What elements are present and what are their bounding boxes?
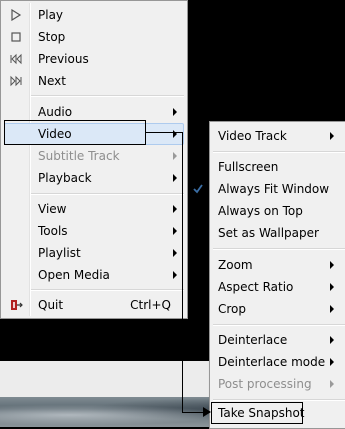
menu-separator bbox=[213, 151, 345, 153]
arrow-head-icon bbox=[203, 407, 211, 417]
menu-item-set-as-wallpaper[interactable]: Set as Wallpaper bbox=[210, 222, 345, 244]
menu-item-quit[interactable]: Quit Ctrl+Q bbox=[1, 294, 187, 316]
menu-separator bbox=[31, 289, 184, 291]
menu-item-label: Stop bbox=[38, 30, 66, 44]
submenu-arrow-icon bbox=[173, 205, 177, 213]
play-icon bbox=[11, 9, 22, 21]
menu-item-always-on-top[interactable]: Always on Top bbox=[210, 200, 345, 222]
stop-icon bbox=[11, 32, 21, 42]
menu-item-zoom[interactable]: Zoom bbox=[210, 254, 345, 276]
menu-item-fullscreen[interactable]: Fullscreen bbox=[210, 156, 345, 178]
menu-item-label: Playback bbox=[38, 171, 92, 185]
submenu-arrow-icon bbox=[173, 227, 177, 235]
menu-item-label: Quit bbox=[38, 298, 64, 312]
menu-item-label: Aspect Ratio bbox=[218, 280, 294, 294]
next-icon bbox=[10, 75, 22, 87]
previous-icon bbox=[10, 53, 22, 65]
menu-item-label: Always Fit Window bbox=[218, 182, 330, 196]
menu-item-deinterlace-mode[interactable]: Deinterlace mode bbox=[210, 351, 345, 373]
menu-item-post-processing[interactable]: Post processing bbox=[210, 373, 345, 395]
callout-connector-line bbox=[146, 132, 182, 133]
menu-item-open-media[interactable]: Open Media bbox=[1, 264, 187, 286]
menu-item-label: Tools bbox=[38, 224, 68, 238]
submenu-arrow-icon bbox=[330, 336, 334, 344]
menu-separator bbox=[213, 248, 345, 250]
menu-item-label: Set as Wallpaper bbox=[218, 226, 319, 240]
submenu-arrow-icon bbox=[173, 108, 177, 116]
menu-item-label: Always on Top bbox=[218, 204, 303, 218]
menu-item-label: Zoom bbox=[218, 258, 253, 272]
menu-item-tools[interactable]: Tools bbox=[1, 220, 187, 242]
menu-item-stop[interactable]: Stop bbox=[1, 26, 187, 48]
submenu-arrow-icon bbox=[330, 358, 334, 366]
menu-item-subtitle-track[interactable]: Subtitle Track bbox=[1, 145, 187, 167]
submenu-arrow-icon bbox=[330, 305, 334, 313]
menu-item-deinterlace[interactable]: Deinterlace bbox=[210, 329, 345, 351]
menu-item-video-track[interactable]: Video Track bbox=[210, 125, 345, 147]
submenu-arrow-icon bbox=[173, 152, 177, 160]
menu-item-playback[interactable]: Playback bbox=[1, 167, 187, 189]
menu-item-playlist[interactable]: Playlist bbox=[1, 242, 187, 264]
submenu-arrow-icon bbox=[330, 283, 334, 291]
menu-item-label: Next bbox=[38, 74, 66, 88]
video-callout-box bbox=[4, 120, 146, 145]
menu-item-always-fit-window[interactable]: Always Fit Window bbox=[193, 178, 345, 200]
shortcut-label: Ctrl+Q bbox=[130, 298, 171, 312]
menu-item-label: Open Media bbox=[38, 268, 110, 282]
menu-item-label: Deinterlace bbox=[218, 333, 288, 347]
video-submenu: Video Track Fullscreen Always Fit Window… bbox=[193, 121, 345, 429]
menu-item-crop[interactable]: Crop bbox=[210, 298, 345, 320]
context-menu: Play Stop Previous Next Audio Video Subt… bbox=[0, 0, 188, 319]
menu-item-label: Post processing bbox=[218, 377, 312, 391]
submenu-arrow-icon bbox=[330, 261, 334, 269]
menu-item-label: Fullscreen bbox=[218, 160, 279, 174]
menu-item-label: Crop bbox=[218, 302, 247, 316]
menu-item-next[interactable]: Next bbox=[1, 70, 187, 92]
menu-item-previous[interactable]: Previous bbox=[1, 48, 187, 70]
menu-separator bbox=[31, 193, 184, 195]
quit-icon bbox=[11, 300, 23, 310]
submenu-arrow-icon bbox=[330, 380, 334, 388]
menu-item-label: Deinterlace mode bbox=[218, 355, 326, 369]
menu-item-label: Video Track bbox=[218, 129, 287, 143]
menu-item-label: Subtitle Track bbox=[38, 149, 120, 163]
snapshot-callout-box bbox=[211, 402, 303, 424]
menu-item-label: Previous bbox=[38, 52, 89, 66]
menu-item-label: View bbox=[38, 202, 67, 216]
menu-item-view[interactable]: View bbox=[1, 198, 187, 220]
submenu-arrow-icon bbox=[173, 249, 177, 257]
submenu-arrow-icon bbox=[173, 174, 177, 182]
menu-item-aspect-ratio[interactable]: Aspect Ratio bbox=[210, 276, 345, 298]
callout-connector-line bbox=[182, 412, 204, 413]
submenu-arrow-icon bbox=[173, 271, 177, 279]
menu-separator bbox=[31, 95, 184, 97]
menu-separator bbox=[213, 324, 345, 326]
checkmark-icon bbox=[193, 184, 203, 194]
callout-connector-line bbox=[182, 132, 183, 413]
menu-item-label: Playlist bbox=[38, 246, 81, 260]
menu-item-label: Play bbox=[38, 8, 64, 22]
submenu-arrow-icon bbox=[330, 132, 334, 140]
menu-separator bbox=[213, 399, 345, 401]
menu-item-play[interactable]: Play bbox=[1, 4, 187, 26]
